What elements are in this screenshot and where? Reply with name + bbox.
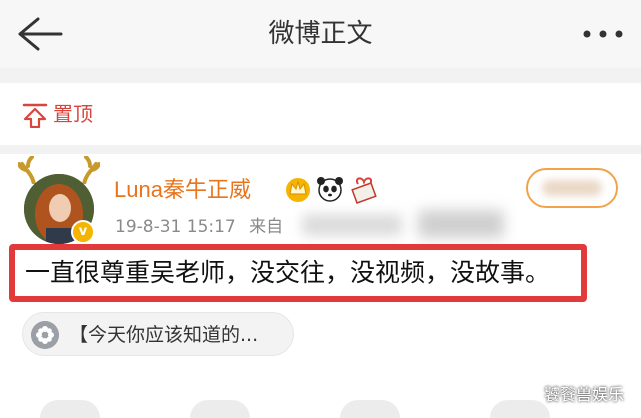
- watermark: 饕餮兽娱乐: [544, 385, 625, 404]
- avatar-wrapper[interactable]: v: [16, 156, 102, 246]
- verified-badge: v: [71, 220, 95, 244]
- post-text-highlight: 一直很尊重吴老师，没交往，没视频，没故事。: [9, 244, 587, 302]
- post-meta: 19-8-31 15:17 来自: [115, 214, 291, 240]
- author-name[interactable]: Luna秦牛正威: [114, 174, 251, 206]
- more-dots-icon: [583, 30, 623, 38]
- post-date: 19-8-31 15:17: [115, 217, 236, 237]
- action-bar-blurred: [40, 400, 600, 418]
- post-card: v Luna秦牛正威 19-8-31 15:17 来自 一直很尊重吴老师，没交往…: [0, 154, 641, 418]
- post-text: 一直很尊重吴老师，没交往，没视频，没故事。: [25, 258, 551, 287]
- topic-label: 【今天你应该知道的...: [69, 324, 259, 346]
- post-source-prefix: 来自: [249, 217, 284, 237]
- section-divider: [0, 68, 641, 83]
- user-badges: [286, 177, 377, 204]
- pinned-label: 置顶: [53, 102, 93, 126]
- topic-link[interactable]: 【今天你应该知道的...: [22, 312, 294, 356]
- page-title: 微博正文: [268, 19, 373, 49]
- crown-icon: [286, 178, 310, 202]
- source-blurred: [302, 214, 402, 236]
- panda-icon: [317, 177, 343, 202]
- navigation-bar: 微博正文: [0, 0, 641, 68]
- pinned-row: 置顶: [0, 83, 641, 145]
- gift-icon: [351, 177, 377, 204]
- section-divider: [0, 145, 641, 154]
- pin-top-icon: [22, 103, 48, 128]
- source-blurred: [418, 210, 504, 238]
- follow-button-label-blurred: [542, 180, 602, 196]
- flower-icon: [31, 321, 59, 349]
- more-button[interactable]: [579, 20, 627, 48]
- follow-button[interactable]: [526, 168, 618, 208]
